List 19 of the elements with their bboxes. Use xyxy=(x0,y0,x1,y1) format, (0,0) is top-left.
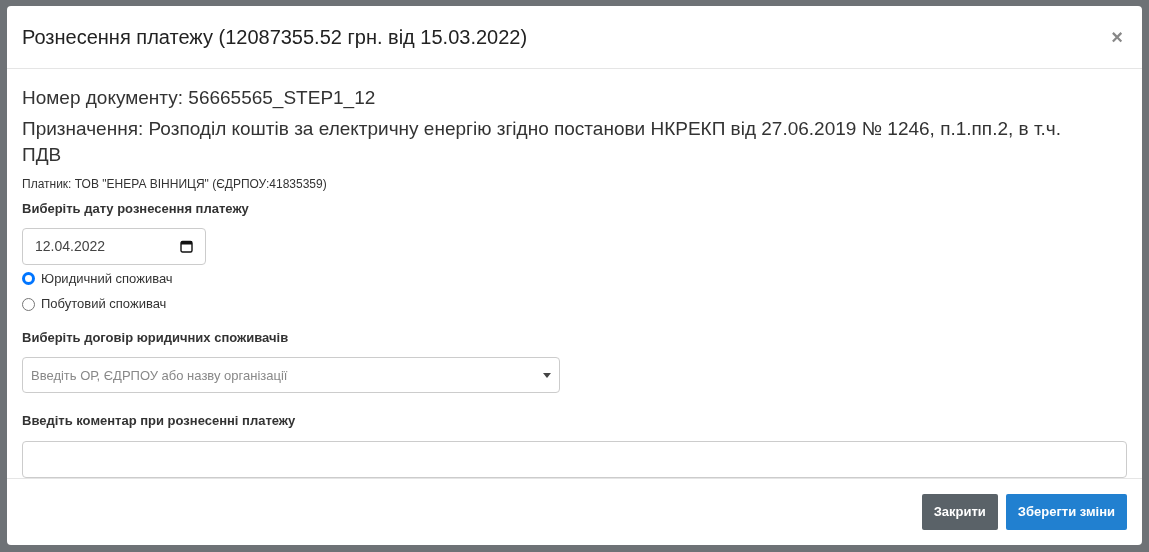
date-field[interactable]: 12.04.2022 xyxy=(22,227,206,265)
caret-icon xyxy=(543,372,551,378)
radio-button[interactable] xyxy=(22,272,35,286)
comment-field[interactable] xyxy=(22,440,1127,478)
close-button[interactable]: × xyxy=(1107,27,1127,48)
close-dialog-button[interactable]: Закрити xyxy=(921,493,998,530)
document-number: Номер документу: 56665565_STEP1_12 xyxy=(22,86,377,111)
radio-label: Юридичний споживач xyxy=(41,269,173,288)
radio-button[interactable] xyxy=(22,297,35,311)
radio-label: Побутовий споживач xyxy=(41,295,167,314)
payer-text: Платник: ТОВ "ЕНЕРА ВІННИЦЯ" (ЄДРПОУ:41835359) xyxy=(22,176,328,194)
field-label: Виберіть договір юридичних споживачів xyxy=(22,328,290,347)
calendar-icon[interactable] xyxy=(180,239,193,253)
contract-select[interactable]: Введіть ОР, ЄДРПОУ або назву організації xyxy=(22,357,560,394)
field-label: Виберіть дату рознесення платежу xyxy=(22,200,250,219)
field-label: Введіть коментар при рознесенні платежу xyxy=(22,412,297,431)
modal-title: Рознесення платежу (12087355.52 грн. від 15.03.2022) xyxy=(22,25,528,51)
save-button[interactable]: Зберегти зміни xyxy=(1005,493,1127,530)
payment-purpose: Призначення: Розподіл коштів за електричну енергію згідно постанови НКРЕКП від 27.06.2019 № 1246, п.1.пп.2, в т.ч. ПДВ xyxy=(22,117,1062,168)
